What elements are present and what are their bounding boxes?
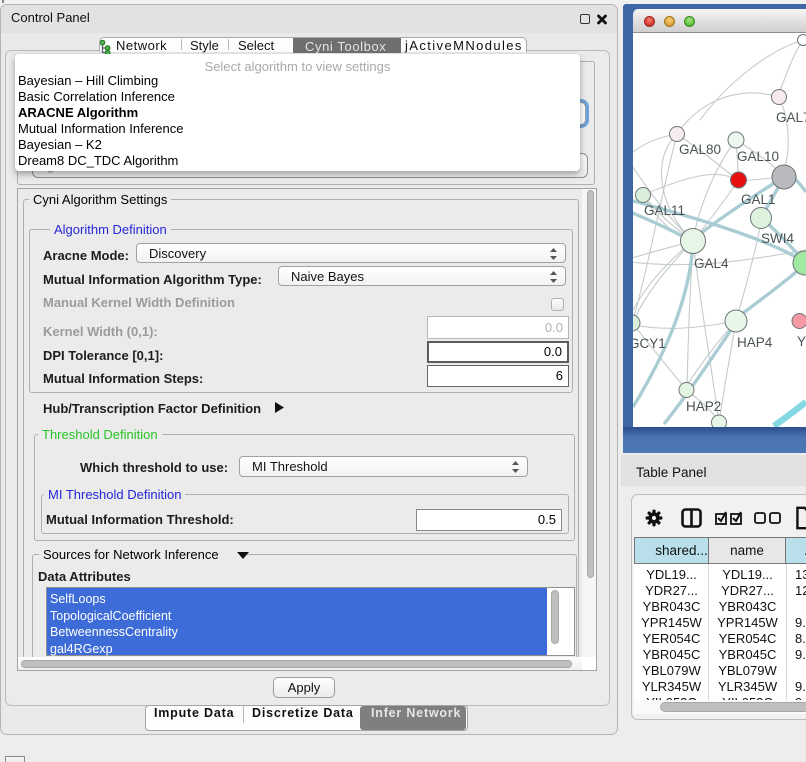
svg-text:GAL11: GAL11 [644, 203, 685, 218]
svg-text:GAL1: GAL1 [741, 192, 776, 207]
svg-text:GAL4: GAL4 [694, 256, 729, 271]
svg-text:Y: Y [797, 334, 806, 349]
svg-text:GAL80: GAL80 [679, 142, 721, 157]
svg-text:SWI4: SWI4 [761, 231, 794, 246]
svg-text:HAP2: HAP2 [686, 399, 721, 414]
svg-text:HAP4: HAP4 [737, 335, 773, 350]
svg-text:GCY1: GCY1 [633, 336, 666, 351]
svg-text:GAL7: GAL7 [776, 110, 806, 125]
svg-text:GAL10: GAL10 [737, 149, 779, 164]
